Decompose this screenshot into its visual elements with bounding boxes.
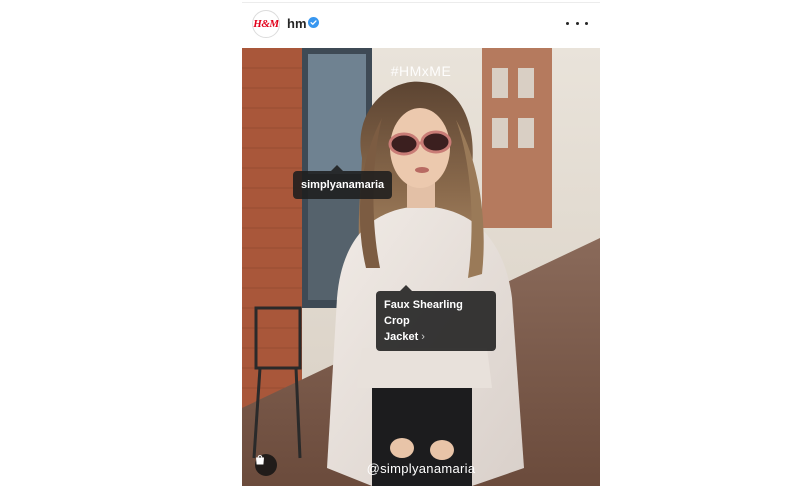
product-tag-line2: Jacket [384,331,419,343]
instagram-post: H&M hm #HMxME simplyanamaria Faux Shearl… [242,0,600,486]
verified-badge-icon [308,17,319,28]
overlay-hashtag: #HMxME [390,63,452,79]
product-tag[interactable]: Faux Shearling Crop Jacket › [376,285,496,351]
chevron-right-icon: › [421,331,425,343]
more-options-icon[interactable] [566,14,588,32]
overlay-handle: @simplyanamaria [366,461,476,476]
post-photo[interactable]: #HMxME simplyanamaria Faux Shearling Cro… [242,48,600,486]
user-tag-label: simplyanamaria [301,179,385,191]
user-tag[interactable]: simplyanamaria [293,165,393,199]
product-tag-line1: Faux Shearling Crop [384,299,463,327]
divider [242,2,600,3]
photo-scene [242,48,600,486]
avatar[interactable]: H&M [252,10,280,38]
post-header: H&M hm [242,4,600,48]
hm-logo: H&M [253,18,279,30]
username[interactable]: hm [287,16,307,31]
